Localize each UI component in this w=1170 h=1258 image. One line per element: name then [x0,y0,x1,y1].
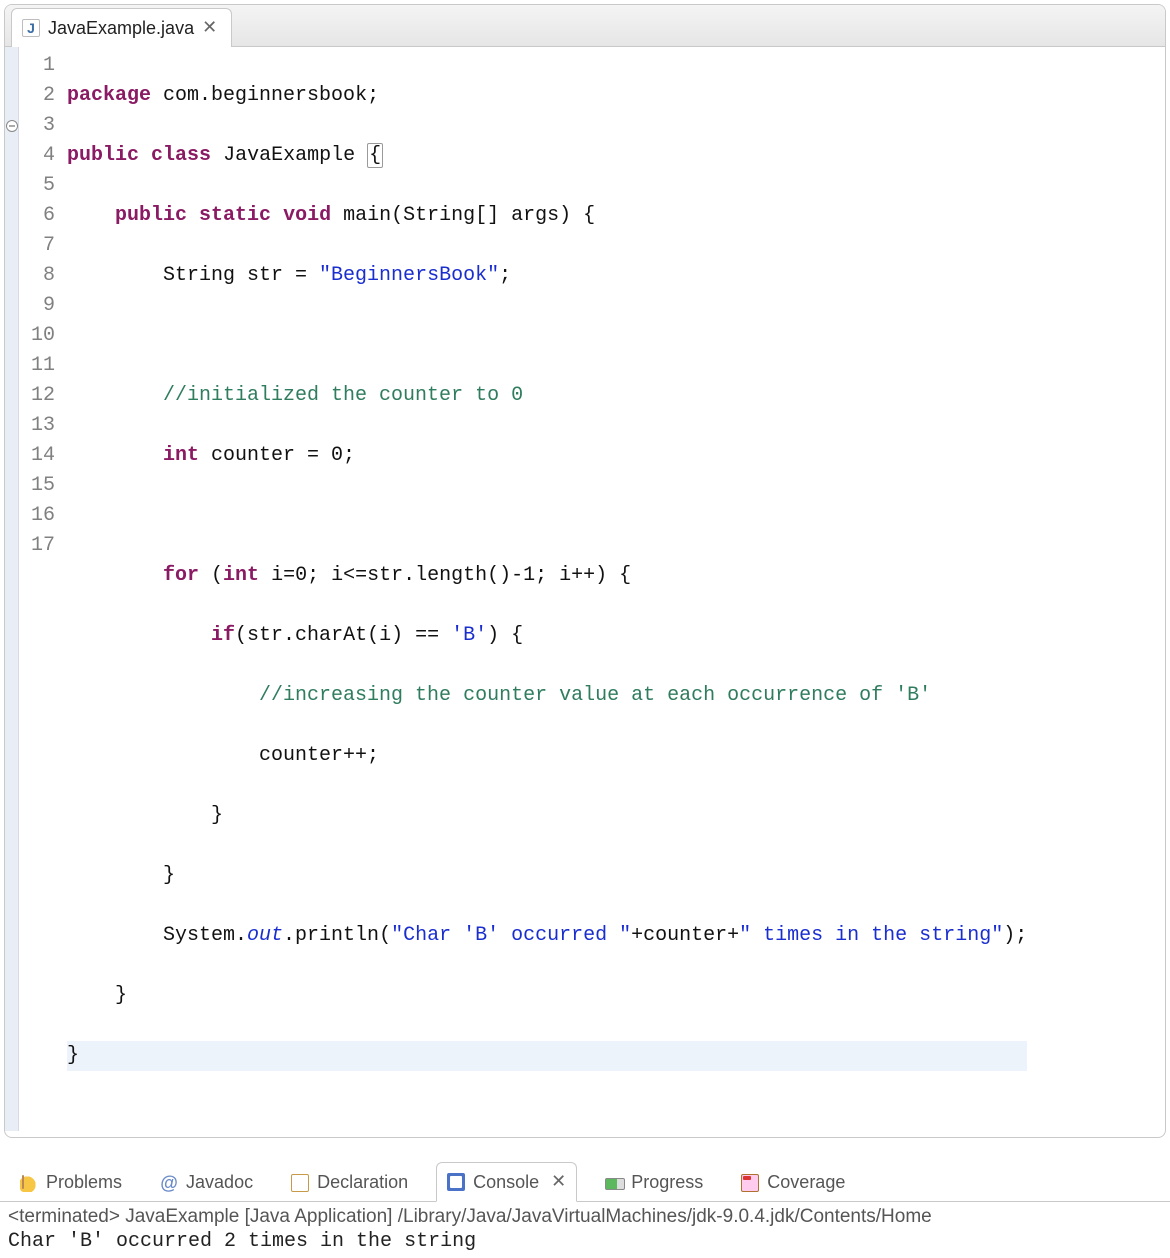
java-file-icon [22,19,40,37]
code-line: } [67,981,1027,1011]
close-icon[interactable]: ✕ [202,17,217,39]
code-line: int counter = 0; [67,441,1027,471]
close-icon[interactable]: ✕ [551,1171,566,1193]
code-body[interactable]: package com.beginnersbook; public class … [63,47,1027,1131]
editor-tab-label: JavaExample.java [48,18,194,39]
code-line: } [67,1041,1027,1071]
editor-tab-bar: JavaExample.java ✕ [5,5,1165,47]
console-icon [447,1173,465,1191]
code-line: String str = "BeginnersBook"; [67,261,1027,291]
tab-label: Console [473,1172,539,1193]
code-line: //initialized the counter to 0 [67,381,1027,411]
javadoc-icon [160,1174,178,1192]
code-line: for (int i=0; i<=str.length()-1; i++) { [67,561,1027,591]
tab-progress[interactable]: Progress [595,1164,713,1201]
code-line: } [67,861,1027,891]
line-number-gutter: 1 2 3 4 5 6 7 8 9 10 11 12 13 14 15 16 1… [19,47,63,1131]
code-area[interactable]: 1 2 3 4 5 6 7 8 9 10 11 12 13 14 15 16 1… [5,47,1165,1137]
console-output-line: Char 'B' occurred 2 times in the string [8,1230,1162,1253]
problems-icon [20,1174,38,1192]
code-line [67,321,1027,351]
fold-toggle-icon[interactable] [6,120,18,132]
tab-javadoc[interactable]: Javadoc [150,1164,263,1201]
tab-label: Javadoc [186,1172,253,1193]
code-line [67,501,1027,531]
tab-declaration[interactable]: Declaration [281,1164,418,1201]
bottom-tab-bar: Problems Javadoc Declaration Console ✕ P… [0,1162,1170,1202]
code-line: counter++; [67,741,1027,771]
code-line: //increasing the counter value at each o… [67,681,1027,711]
editor-margin [5,47,19,1131]
code-line: package com.beginnersbook; [67,81,1027,111]
console-body: <terminated> JavaExample [Java Applicati… [0,1202,1170,1257]
code-line: public static void main(String[] args) { [67,201,1027,231]
code-line: } [67,801,1027,831]
code-line: System.out.println("Char 'B' occurred "+… [67,921,1027,951]
editor-tab-javaexample[interactable]: JavaExample.java ✕ [11,8,232,47]
editor-pane: JavaExample.java ✕ 1 2 3 4 5 6 7 8 9 10 [4,4,1166,1138]
coverage-icon [741,1174,759,1192]
bottom-view-panel: Problems Javadoc Declaration Console ✕ P… [0,1162,1170,1257]
declaration-icon [291,1174,309,1192]
tab-coverage[interactable]: Coverage [731,1164,855,1201]
console-run-header: <terminated> JavaExample [Java Applicati… [8,1206,1162,1228]
code-line: public class JavaExample { [67,141,1027,171]
tab-console[interactable]: Console ✕ [436,1162,577,1202]
tab-label: Declaration [317,1172,408,1193]
tab-label: Problems [46,1172,122,1193]
tab-label: Coverage [767,1172,845,1193]
tab-label: Progress [631,1172,703,1193]
code-line: if(str.charAt(i) == 'B') { [67,621,1027,651]
progress-icon [605,1174,623,1192]
tab-problems[interactable]: Problems [10,1164,132,1201]
